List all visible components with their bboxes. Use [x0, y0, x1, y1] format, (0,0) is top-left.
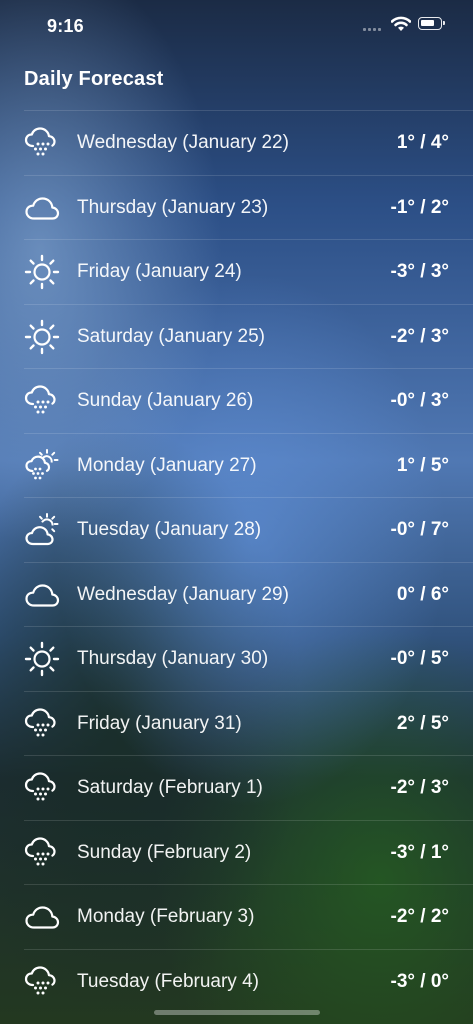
- forecast-day-label: Wednesday (January 22): [77, 132, 289, 153]
- section-title: Daily Forecast: [24, 68, 164, 90]
- forecast-row[interactable]: Saturday (February 1) -2° / 3°: [24, 755, 473, 820]
- forecast-day-label: Sunday (February 2): [77, 841, 252, 863]
- forecast-temperature: -2° / 3°: [390, 777, 450, 798]
- sun-snow-icon: [24, 448, 60, 484]
- snow-icon: [24, 125, 60, 161]
- home-indicator[interactable]: [154, 1010, 320, 1015]
- forecast-row[interactable]: Wednesday (January 22) 1° / 4°: [24, 110, 473, 175]
- forecast-temperature: -0° / 3°: [390, 390, 450, 411]
- forecast-temperature: -0° / 7°: [390, 519, 450, 540]
- daily-forecast-list: Wednesday (January 22) 1° / 4° Thursday (J…: [0, 110, 473, 1013]
- forecast-day-label: Tuesday (February 4): [77, 970, 259, 992]
- forecast-row[interactable]: Wednesday (January 29) 0° / 6°: [24, 561, 473, 627]
- forecast-temperature: -1° / 2°: [390, 196, 450, 218]
- cloud-icon: [24, 899, 60, 935]
- forecast-row[interactable]: Sunday (February 2) -3° / 1°: [24, 819, 473, 885]
- cloud-icon: [24, 190, 60, 226]
- snow-icon: [24, 706, 60, 742]
- cloud-icon: [24, 577, 60, 613]
- snow-icon: [24, 770, 60, 806]
- forecast-row[interactable]: Thursday (January 23) -1° / 2°: [24, 174, 473, 240]
- forecast-row[interactable]: Saturday (January 25) -2° / 3°: [24, 303, 473, 369]
- forecast-temperature: -2° / 2°: [390, 906, 450, 927]
- forecast-row[interactable]: Friday (January 31) 2° / 5°: [24, 690, 473, 756]
- forecast-day-label: Monday (January 27): [77, 454, 257, 476]
- forecast-temperature: 1° / 5°: [396, 454, 449, 476]
- snow-icon: [24, 835, 60, 871]
- forecast-temperature: -3° / 3°: [390, 261, 450, 282]
- forecast-day-label: Saturday (January 25): [77, 325, 265, 347]
- forecast-day-label: Monday (February 3): [77, 906, 255, 927]
- forecast-row[interactable]: Tuesday (January 28) -0° / 7°: [24, 497, 473, 562]
- battery-icon: [418, 17, 445, 30]
- forecast-day-label: Friday (January 31): [77, 712, 242, 734]
- forecast-temperature: 2° / 5°: [396, 712, 449, 734]
- status-time: 9:16: [47, 16, 84, 36]
- forecast-temperature: -3° / 1°: [390, 841, 450, 863]
- snow-icon: [24, 383, 60, 419]
- forecast-temperature: 0° / 6°: [396, 583, 449, 605]
- forecast-temperature: -3° / 0°: [390, 970, 450, 992]
- forecast-day-label: Wednesday (January 29): [77, 583, 289, 605]
- forecast-temperature: -2° / 3°: [390, 325, 450, 347]
- forecast-day-label: Friday (January 24): [77, 261, 242, 282]
- forecast-row[interactable]: Thursday (January 30) -0° / 5°: [24, 626, 473, 691]
- forecast-day-label: Thursday (January 30): [77, 648, 269, 669]
- forecast-temperature: 1° / 4°: [396, 132, 449, 153]
- sun-icon: [24, 319, 60, 355]
- partly-cloudy-icon: [24, 512, 60, 548]
- forecast-row[interactable]: Monday (January 27) 1° / 5°: [24, 432, 473, 498]
- cellular-signal-icon: [363, 28, 381, 31]
- forecast-row[interactable]: Monday (February 3) -2° / 2°: [24, 884, 473, 949]
- forecast-day-label: Thursday (January 23): [77, 196, 269, 218]
- sun-icon: [24, 641, 60, 677]
- snow-icon: [24, 964, 60, 1000]
- wifi-icon: [390, 16, 412, 32]
- forecast-row[interactable]: Sunday (January 26) -0° / 3°: [24, 368, 473, 433]
- forecast-temperature: -0° / 5°: [390, 648, 450, 669]
- forecast-day-label: Tuesday (January 28): [77, 519, 262, 540]
- forecast-row[interactable]: Friday (January 24) -3° / 3°: [24, 239, 473, 304]
- status-bar: 9:16: [0, 0, 473, 46]
- forecast-day-label: Saturday (February 1): [77, 777, 263, 798]
- forecast-row[interactable]: Tuesday (February 4) -3° / 0°: [24, 948, 473, 1014]
- forecast-day-label: Sunday (January 26): [77, 390, 254, 411]
- sun-icon: [24, 254, 60, 290]
